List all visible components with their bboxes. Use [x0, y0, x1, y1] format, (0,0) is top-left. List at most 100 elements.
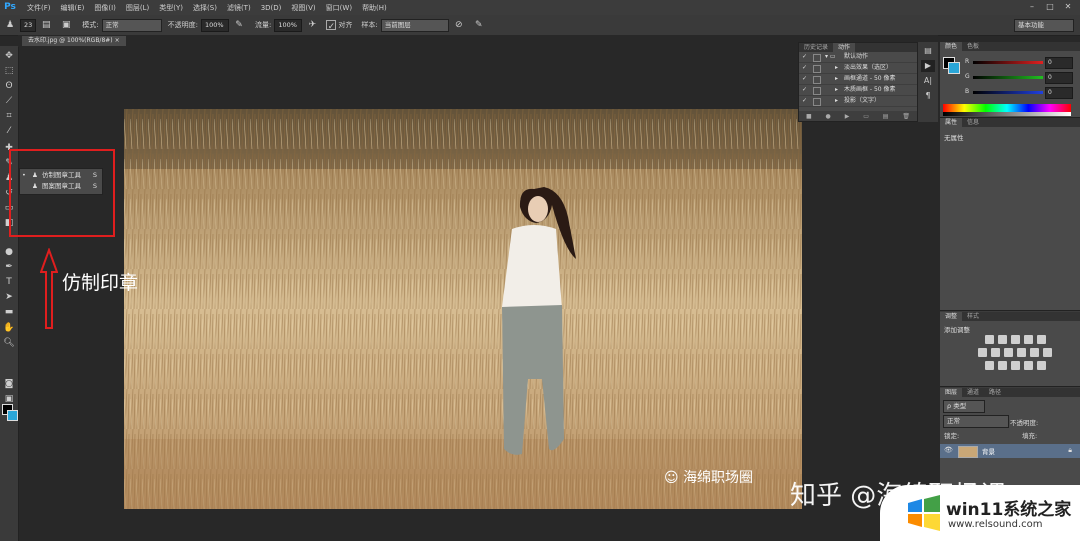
- gradient-map-icon[interactable]: [1036, 361, 1046, 370]
- check-icon[interactable]: ✓: [802, 85, 807, 95]
- minimize-icon[interactable]: –: [1024, 1, 1040, 13]
- check-icon[interactable]: ✓: [802, 96, 807, 106]
- actions-panel-icon[interactable]: ▶: [921, 60, 935, 72]
- dialog-toggle[interactable]: [813, 76, 821, 84]
- tab-properties[interactable]: 属性: [940, 118, 963, 127]
- zoom-tool-icon[interactable]: 🔍︎: [2, 337, 16, 350]
- color-balance-icon[interactable]: [991, 348, 1000, 357]
- tab-swatches[interactable]: 色板: [962, 42, 984, 51]
- check-icon[interactable]: ✓: [802, 63, 807, 73]
- invert-icon[interactable]: [984, 361, 994, 370]
- tab-layers[interactable]: 图层: [940, 388, 963, 397]
- color-spectrum[interactable]: [943, 104, 1071, 112]
- green-track[interactable]: [973, 76, 1043, 79]
- grayscale-ramp[interactable]: [943, 112, 1071, 116]
- layer-name[interactable]: 背景: [982, 446, 995, 456]
- flow-field[interactable]: 100%: [274, 18, 303, 32]
- clone-source-icon[interactable]: ▣: [60, 19, 72, 31]
- pen-tool-icon[interactable]: ✒: [2, 261, 16, 274]
- check-icon[interactable]: ✓: [802, 74, 807, 84]
- red-value[interactable]: 0: [1045, 57, 1073, 69]
- type-tool-icon[interactable]: T: [2, 276, 16, 289]
- chevron-right-icon[interactable]: ▸: [835, 63, 838, 73]
- mode-select[interactable]: 正常: [101, 18, 162, 32]
- tab-history[interactable]: 历史记录: [799, 43, 833, 52]
- history-panel-icon[interactable]: ▤: [921, 45, 935, 57]
- color-lookup-icon[interactable]: [1043, 348, 1052, 357]
- eyedropper-tool-icon[interactable]: ⁄: [2, 125, 16, 138]
- exposure-icon[interactable]: [1023, 335, 1033, 344]
- ignore-adjustment-icon[interactable]: ⊘: [453, 19, 465, 31]
- action-row[interactable]: ✓ ▸ 淡出效果（选区）: [799, 63, 917, 74]
- brush-size-field[interactable]: 23: [20, 18, 37, 32]
- channel-mixer-icon[interactable]: [1030, 348, 1039, 357]
- pressure-size-icon[interactable]: ✎: [473, 19, 485, 31]
- stop-icon[interactable]: ■: [806, 113, 812, 120]
- clone-stamp-icon[interactable]: ♟: [4, 19, 16, 31]
- marquee-tool-icon[interactable]: ⬚: [2, 65, 16, 78]
- tab-adjustments[interactable]: 调整: [940, 312, 963, 321]
- quick-select-tool-icon[interactable]: ⟋: [2, 95, 16, 108]
- aligned-checkbox[interactable]: ✓: [326, 20, 337, 32]
- path-select-tool-icon[interactable]: ➤: [2, 291, 16, 304]
- close-icon[interactable]: ✕: [1060, 1, 1076, 13]
- dialog-toggle[interactable]: [813, 65, 821, 73]
- posterize-icon[interactable]: [997, 361, 1007, 370]
- workspace-select[interactable]: 基本功能: [1014, 19, 1074, 32]
- dialog-toggle[interactable]: [813, 87, 821, 95]
- action-row[interactable]: ✓ ▸ 画框通道 - 50 像素: [799, 74, 917, 85]
- crop-tool-icon[interactable]: ⌗: [2, 110, 16, 123]
- menu-layer[interactable]: 图层(L): [121, 3, 154, 13]
- background-color-swatch[interactable]: [7, 410, 18, 421]
- document-tab[interactable]: 去水印.jpg @ 100%(RGB/8#) ×: [22, 36, 126, 46]
- tab-actions[interactable]: 动作: [833, 43, 856, 52]
- menu-type[interactable]: 类型(Y): [154, 3, 188, 13]
- threshold-icon[interactable]: [1010, 361, 1020, 370]
- blue-track[interactable]: [973, 91, 1043, 94]
- chevron-down-icon[interactable]: ▾ ▭: [825, 52, 836, 62]
- tab-styles[interactable]: 样式: [962, 312, 984, 321]
- tab-paths[interactable]: 路径: [984, 388, 1006, 397]
- character-panel-icon[interactable]: A|: [921, 75, 935, 87]
- check-icon[interactable]: ✓: [802, 52, 807, 62]
- hand-tool-icon[interactable]: ✋: [2, 322, 16, 335]
- vibrance-icon[interactable]: [1036, 335, 1046, 344]
- tab-color[interactable]: 颜色: [940, 42, 963, 51]
- airbrush-icon[interactable]: ✈: [306, 19, 318, 31]
- menu-view[interactable]: 视图(V): [286, 3, 320, 13]
- menu-image[interactable]: 图像(I): [89, 3, 121, 13]
- green-value[interactable]: 0: [1045, 72, 1073, 84]
- action-row[interactable]: ✓ ▸ 木质画框 - 50 像素: [799, 85, 917, 96]
- blue-value[interactable]: 0: [1045, 87, 1073, 99]
- opacity-field[interactable]: 100%: [201, 18, 229, 32]
- sample-select[interactable]: 当前图层: [380, 18, 449, 32]
- screen-mode-icon[interactable]: ▣: [2, 393, 16, 406]
- levels-icon[interactable]: [997, 335, 1007, 344]
- new-set-icon[interactable]: ▭: [863, 113, 869, 120]
- lasso-tool-icon[interactable]: ʘ: [2, 80, 16, 93]
- pressure-opacity-icon[interactable]: ✎: [233, 19, 245, 31]
- hue-saturation-icon[interactable]: [978, 348, 987, 357]
- menu-filter[interactable]: 滤镜(T): [222, 3, 256, 13]
- curves-icon[interactable]: [1010, 335, 1020, 344]
- tab-info[interactable]: 信息: [962, 118, 984, 127]
- selective-color-icon[interactable]: [1023, 361, 1033, 370]
- tab-channels[interactable]: 通道: [962, 388, 984, 397]
- dialog-toggle[interactable]: [813, 54, 821, 62]
- blue-slider[interactable]: B 0: [940, 86, 1080, 99]
- play-icon[interactable]: ▶: [845, 113, 850, 120]
- move-tool-icon[interactable]: ✥: [2, 50, 16, 63]
- menu-3d[interactable]: 3D(D): [256, 4, 287, 12]
- chevron-right-icon[interactable]: ▸: [835, 85, 838, 95]
- action-row[interactable]: ✓ ▾ ▭ 默认动作: [799, 52, 917, 63]
- dialog-toggle[interactable]: [813, 98, 821, 106]
- close-tab-icon[interactable]: ×: [115, 37, 120, 44]
- menu-window[interactable]: 窗口(W): [321, 3, 357, 13]
- delete-icon[interactable]: 🗑︎: [902, 113, 910, 120]
- black-white-icon[interactable]: [1004, 348, 1013, 357]
- document-canvas-photo[interactable]: [124, 109, 802, 509]
- menu-select[interactable]: 选择(S): [188, 3, 222, 13]
- photo-filter-icon[interactable]: [1017, 348, 1026, 357]
- menu-help[interactable]: 帮助(H): [357, 3, 392, 13]
- layer-filter-select[interactable]: ρ 类型: [943, 400, 985, 413]
